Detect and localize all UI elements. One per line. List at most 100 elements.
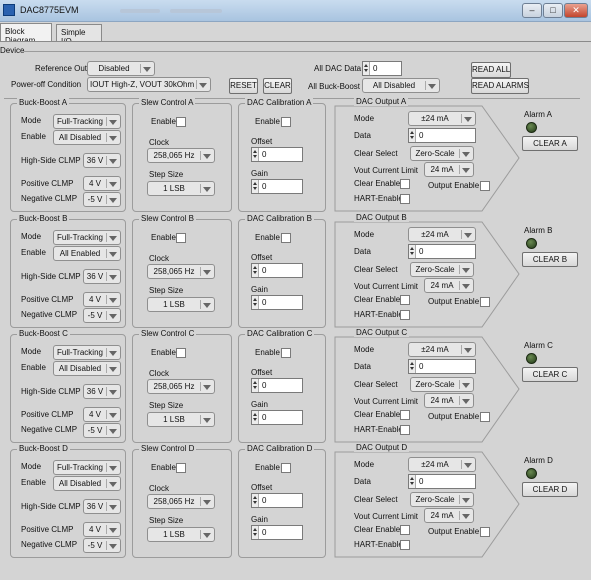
cal-offset-input-b[interactable]: 0 <box>251 263 303 278</box>
tab-simple-io[interactable]: Simple I/O <box>56 24 102 46</box>
buck-boost-mode-select-d[interactable]: Full-Tracking <box>53 460 121 475</box>
clear-alarm-button-c[interactable]: CLEAR C <box>522 367 578 382</box>
buck-boost-mode-select-b[interactable]: Full-Tracking <box>53 230 121 245</box>
dac-data-input-c[interactable]: 0 <box>408 359 476 374</box>
cal-offset-input-a[interactable]: 0 <box>251 147 303 162</box>
slew-clock-select-c[interactable]: 258,065 Hz <box>147 379 215 394</box>
read-all-button[interactable]: READ ALL <box>471 62 511 78</box>
negative-clmp-select-c[interactable]: -5 V <box>83 423 121 438</box>
cal-enable-checkbox-c[interactable] <box>281 348 291 358</box>
dac-data-input-d[interactable]: 0 <box>408 474 476 489</box>
maximize-button[interactable]: □ <box>543 3 563 18</box>
slew-enable-checkbox-a[interactable] <box>176 117 186 127</box>
clear-enable-checkbox-a[interactable] <box>400 179 410 189</box>
power-off-select[interactable]: IOUT High-Z, VOUT 30kOhm <box>87 77 211 92</box>
negative-clmp-select-b[interactable]: -5 V <box>83 308 121 323</box>
spinner-icon[interactable] <box>252 296 259 309</box>
slew-clock-select-a[interactable]: 258,065 Hz <box>147 148 215 163</box>
read-alarms-button[interactable]: READ ALARMS <box>471 78 529 94</box>
clear-select-select-b[interactable]: Zero-Scale <box>410 262 474 277</box>
output-enable-checkbox-a[interactable] <box>480 181 490 191</box>
tab-block-diagram[interactable]: Block Diagram <box>0 23 52 45</box>
cal-gain-input-d[interactable]: 0 <box>251 525 303 540</box>
positive-clmp-select-a[interactable]: 4 V <box>83 176 121 191</box>
cal-offset-input-c[interactable]: 0 <box>251 378 303 393</box>
buck-boost-enable-select-d[interactable]: All Disabled <box>53 476 121 491</box>
hart-enable-checkbox-c[interactable] <box>400 425 410 435</box>
spinner-icon[interactable] <box>409 475 416 488</box>
slew-clock-select-b[interactable]: 258,065 Hz <box>147 264 215 279</box>
slew-step-select-a[interactable]: 1 LSB <box>147 181 215 196</box>
clear-enable-checkbox-c[interactable] <box>400 410 410 420</box>
vout-current-limit-select-d[interactable]: 24 mA <box>424 508 474 523</box>
close-button[interactable]: ✕ <box>564 3 588 18</box>
cal-enable-checkbox-a[interactable] <box>281 117 291 127</box>
spinner-icon[interactable] <box>252 494 259 507</box>
high-side-clmp-select-a[interactable]: 36 V <box>83 153 121 168</box>
spinner-icon[interactable] <box>252 526 259 539</box>
clear-alarm-button-b[interactable]: CLEAR B <box>522 252 578 267</box>
buck-boost-enable-select-b[interactable]: All Enabled <box>53 246 121 261</box>
dac-output-mode-select-c[interactable]: ±24 mA <box>408 342 476 357</box>
slew-step-select-b[interactable]: 1 LSB <box>147 297 215 312</box>
clear-alarm-button-d[interactable]: CLEAR D <box>522 482 578 497</box>
all-dac-data-input[interactable]: 0 <box>362 61 402 76</box>
spinner-icon[interactable] <box>363 62 370 75</box>
slew-step-select-d[interactable]: 1 LSB <box>147 527 215 542</box>
high-side-clmp-select-b[interactable]: 36 V <box>83 269 121 284</box>
output-enable-checkbox-c[interactable] <box>480 412 490 422</box>
vout-current-limit-select-a[interactable]: 24 mA <box>424 162 474 177</box>
dac-data-input-a[interactable]: 0 <box>408 128 476 143</box>
negative-clmp-select-a[interactable]: -5 V <box>83 192 121 207</box>
clear-enable-checkbox-b[interactable] <box>400 295 410 305</box>
spinner-icon[interactable] <box>409 360 416 373</box>
slew-enable-checkbox-b[interactable] <box>176 233 186 243</box>
reference-out-select[interactable]: Disabled <box>87 61 155 76</box>
cal-gain-input-b[interactable]: 0 <box>251 295 303 310</box>
clear-alarm-button-a[interactable]: CLEAR A <box>522 136 578 151</box>
dac-output-mode-select-a[interactable]: ±24 mA <box>408 111 476 126</box>
dac-output-mode-select-d[interactable]: ±24 mA <box>408 457 476 472</box>
spinner-icon[interactable] <box>409 245 416 258</box>
buck-boost-enable-select-a[interactable]: All Disabled <box>53 130 121 145</box>
clear-select-select-c[interactable]: Zero-Scale <box>410 377 474 392</box>
spinner-icon[interactable] <box>252 379 259 392</box>
slew-clock-select-d[interactable]: 258,065 Hz <box>147 494 215 509</box>
hart-enable-checkbox-b[interactable] <box>400 310 410 320</box>
buck-boost-mode-select-c[interactable]: Full-Tracking <box>53 345 121 360</box>
positive-clmp-select-d[interactable]: 4 V <box>83 522 121 537</box>
negative-clmp-select-d[interactable]: -5 V <box>83 538 121 553</box>
cal-enable-checkbox-d[interactable] <box>281 463 291 473</box>
clear-select-select-d[interactable]: Zero-Scale <box>410 492 474 507</box>
spinner-icon[interactable] <box>252 148 259 161</box>
spinner-icon[interactable] <box>252 411 259 424</box>
output-enable-checkbox-b[interactable] <box>480 297 490 307</box>
cal-gain-input-c[interactable]: 0 <box>251 410 303 425</box>
output-enable-checkbox-d[interactable] <box>480 527 490 537</box>
hart-enable-checkbox-a[interactable] <box>400 194 410 204</box>
buck-boost-enable-select-c[interactable]: All Disabled <box>53 361 121 376</box>
cal-offset-input-d[interactable]: 0 <box>251 493 303 508</box>
cal-enable-checkbox-b[interactable] <box>281 233 291 243</box>
positive-clmp-select-c[interactable]: 4 V <box>83 407 121 422</box>
vout-current-limit-select-c[interactable]: 24 mA <box>424 393 474 408</box>
spinner-icon[interactable] <box>409 129 416 142</box>
reset-button[interactable]: RESET <box>229 78 258 94</box>
hart-enable-checkbox-d[interactable] <box>400 540 410 550</box>
cal-gain-input-a[interactable]: 0 <box>251 179 303 194</box>
all-buck-boost-select[interactable]: All Disabled <box>362 78 440 93</box>
dac-data-input-b[interactable]: 0 <box>408 244 476 259</box>
spinner-icon[interactable] <box>252 180 259 193</box>
dac-output-mode-select-b[interactable]: ±24 mA <box>408 227 476 242</box>
minimize-button[interactable]: – <box>522 3 542 18</box>
slew-step-select-c[interactable]: 1 LSB <box>147 412 215 427</box>
spinner-icon[interactable] <box>252 264 259 277</box>
vout-current-limit-select-b[interactable]: 24 mA <box>424 278 474 293</box>
slew-enable-checkbox-d[interactable] <box>176 463 186 473</box>
clear-select-select-a[interactable]: Zero-Scale <box>410 146 474 161</box>
buck-boost-mode-select-a[interactable]: Full-Tracking <box>53 114 121 129</box>
slew-enable-checkbox-c[interactable] <box>176 348 186 358</box>
clear-button[interactable]: CLEAR <box>263 78 292 94</box>
high-side-clmp-select-d[interactable]: 36 V <box>83 499 121 514</box>
clear-enable-checkbox-d[interactable] <box>400 525 410 535</box>
